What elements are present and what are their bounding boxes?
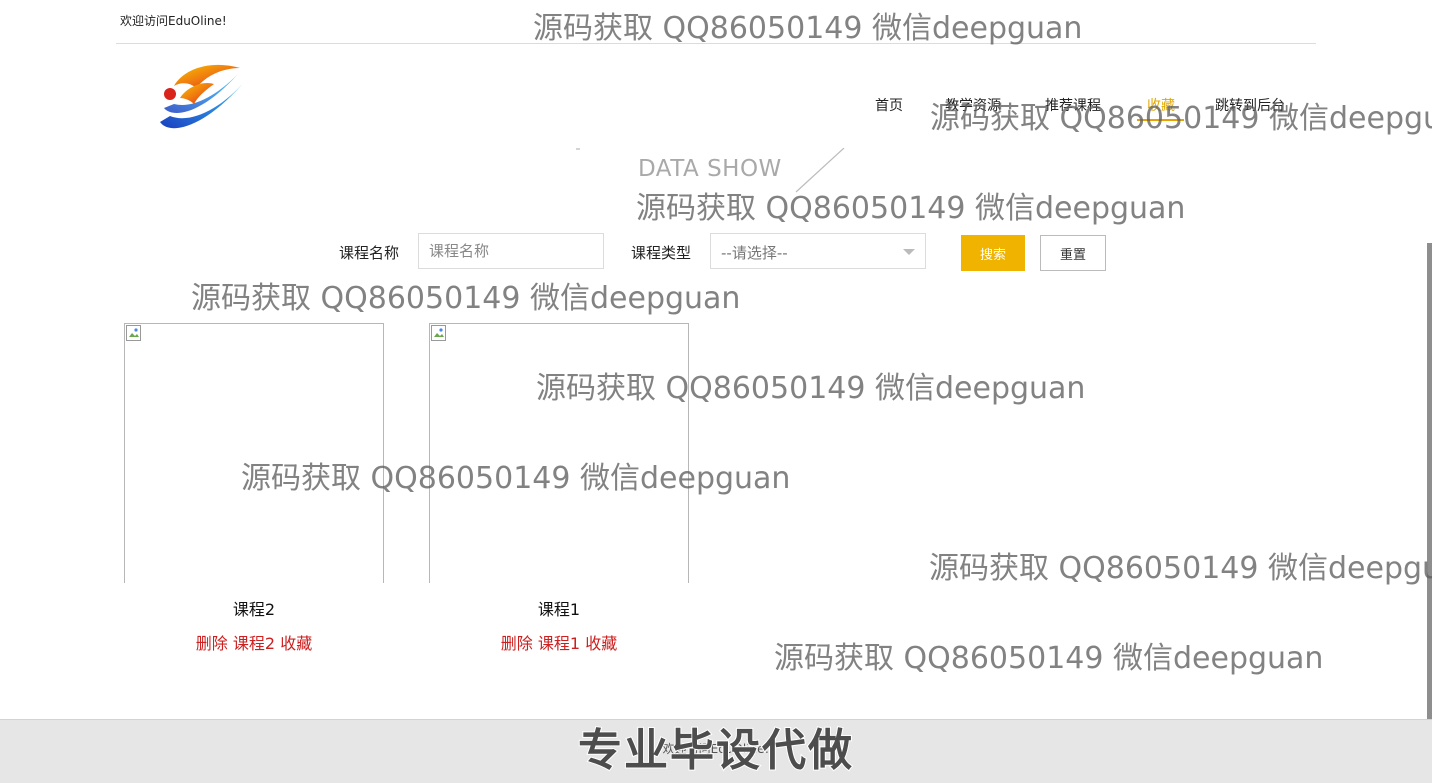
top-bar: 欢迎访问EduOline! xyxy=(116,0,1316,44)
collect-link[interactable]: 收藏 xyxy=(585,634,617,653)
watermark-text: 源码获取 QQ86050149 微信deepguan xyxy=(191,281,741,316)
nav-admin[interactable]: 跳转到后台 xyxy=(1215,95,1285,115)
section-title: DATA SHOW xyxy=(638,156,782,182)
course-name: 课程1 xyxy=(537,600,581,619)
search-button[interactable]: 搜索 xyxy=(961,235,1025,271)
main-nav: 首页 教学资源 推荐课程 收藏 跳转到后台 xyxy=(0,95,1432,125)
course-image[interactable] xyxy=(429,323,689,583)
broken-image-icon xyxy=(431,325,446,341)
collect-link[interactable]: 收藏 xyxy=(280,634,312,653)
nav-recommended[interactable]: 推荐课程 xyxy=(1045,95,1101,115)
course-link[interactable]: 课程2 xyxy=(233,634,275,653)
watermark-text: 源码获取 QQ86050149 微信deepguan xyxy=(929,551,1432,586)
welcome-text: 欢迎访问EduOline! xyxy=(120,14,227,28)
delete-link[interactable]: 删除 xyxy=(196,634,228,653)
nav-resources[interactable]: 教学资源 xyxy=(945,95,1001,115)
course-name: 课程2 xyxy=(232,600,276,619)
active-nav-underline xyxy=(1137,119,1184,121)
nav-home[interactable]: 首页 xyxy=(875,95,903,115)
course-actions: 删除 课程1 收藏 xyxy=(429,630,689,654)
course-type-selected: --请选择-- xyxy=(721,244,788,262)
course-link[interactable]: 课程1 xyxy=(538,634,580,653)
delete-link[interactable]: 删除 xyxy=(501,634,533,653)
broken-image-icon xyxy=(126,325,141,341)
course-actions: 删除 课程2 收藏 xyxy=(124,630,384,654)
course-image[interactable] xyxy=(124,323,384,583)
course-name-input[interactable] xyxy=(418,233,604,269)
watermark-text: 源码获取 QQ86050149 微信deepguan xyxy=(774,641,1324,676)
course-name-label: 课程名称 xyxy=(339,244,400,262)
nav-favorites[interactable]: 收藏 xyxy=(1147,95,1175,115)
scrollbar[interactable] xyxy=(1427,243,1432,719)
course-type-label: 课程类型 xyxy=(631,244,692,262)
footer: 欢迎访问EduOline! 专业毕设代做 xyxy=(0,719,1432,783)
footer-banner: 专业毕设代做 xyxy=(577,724,854,777)
chevron-down-icon xyxy=(903,249,915,255)
course-type-select[interactable]: --请选择-- xyxy=(710,233,926,269)
reset-button[interactable]: 重置 xyxy=(1040,235,1106,271)
